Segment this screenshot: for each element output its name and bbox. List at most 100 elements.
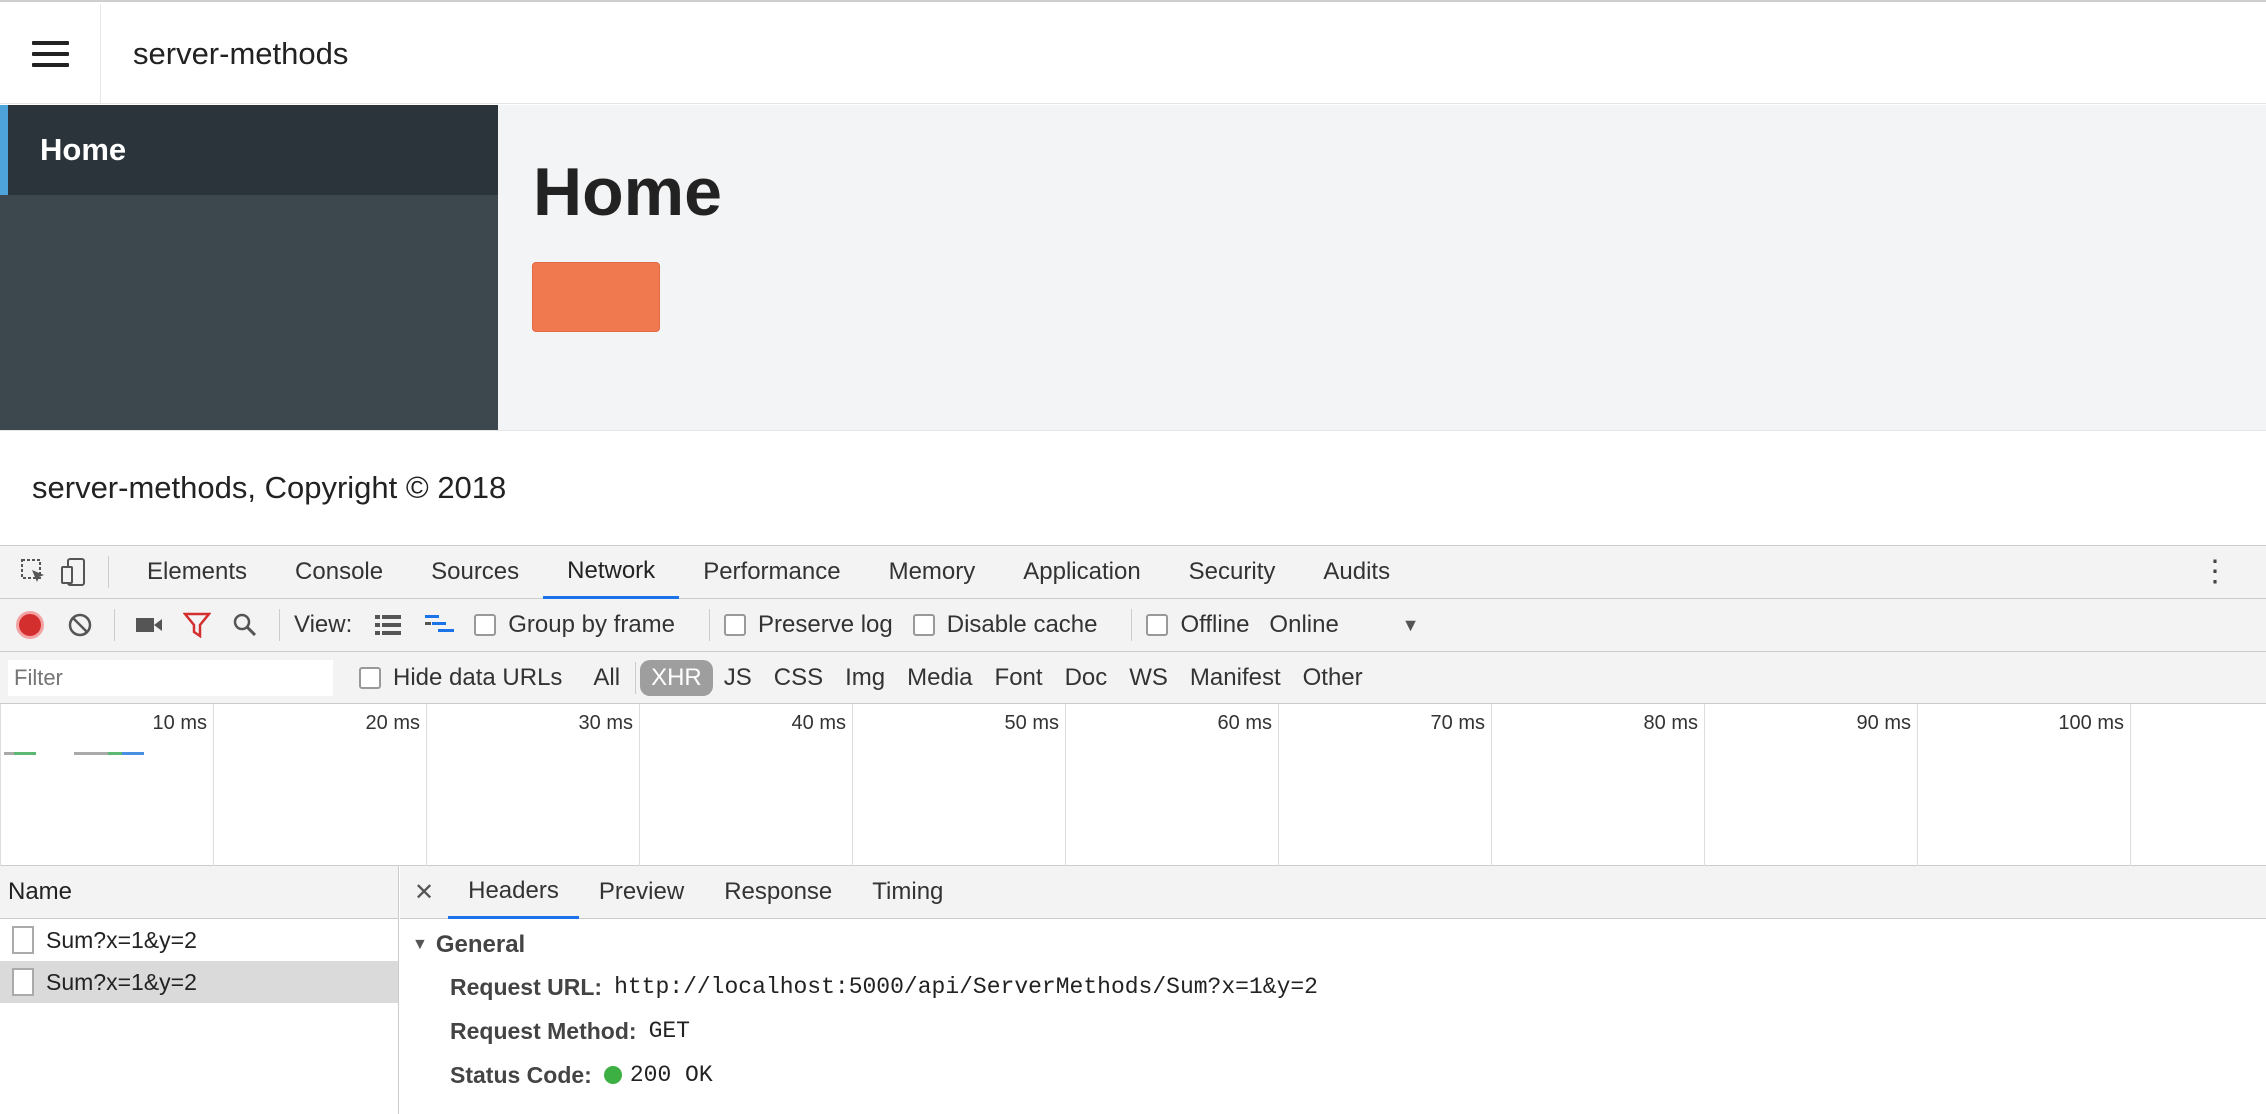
request-url-label: Request URL: [450, 973, 603, 1000]
tab-console[interactable]: Console [271, 545, 407, 599]
request-bar [108, 752, 122, 755]
tab-network[interactable]: Network [543, 545, 680, 599]
timeline-tick: 30 ms [426, 704, 639, 866]
more-options-icon[interactable]: ⋮ [2200, 554, 2230, 589]
screenshot-camera-icon[interactable] [129, 605, 169, 645]
timeline-tick: 90 ms [1704, 704, 1917, 866]
clear-icon[interactable] [60, 605, 100, 645]
triangle-down-icon: ▼ [412, 936, 428, 953]
search-icon[interactable] [225, 605, 265, 645]
file-icon [12, 926, 34, 954]
main-content: Home [498, 105, 2266, 430]
request-name: Sum?x=1&y=2 [46, 968, 197, 995]
timeline-tick: 10 ms [0, 704, 213, 866]
devtools-tab-bar: Elements Console Sources Network Perform… [0, 545, 2266, 599]
separator [635, 661, 637, 694]
action-button[interactable] [532, 262, 660, 332]
general-label: General [435, 931, 526, 958]
large-rows-icon[interactable] [368, 605, 408, 645]
offline-checkbox[interactable] [1146, 614, 1169, 636]
tab-audits[interactable]: Audits [1299, 545, 1414, 599]
type-filter-xhr[interactable]: XHR [640, 659, 713, 696]
page-title: Home [533, 154, 722, 230]
timeline-tick: 60 ms [1065, 704, 1278, 866]
record-icon[interactable] [16, 611, 44, 639]
throttling-value: Online [1269, 611, 1339, 638]
filter-icon[interactable] [177, 605, 217, 645]
status-code-row: Status Code: 200 OK [450, 1053, 2266, 1097]
tab-performance[interactable]: Performance [679, 545, 864, 599]
status-code-label: Status Code: [450, 1061, 592, 1088]
type-filter-img[interactable]: Img [834, 660, 896, 696]
request-bar [74, 752, 108, 755]
tab-preview[interactable]: Preview [579, 866, 704, 919]
status-code-value: 200 OK [629, 1062, 713, 1088]
type-filter-all[interactable]: All [582, 660, 631, 696]
inspect-element-icon[interactable] [14, 552, 54, 592]
timeline-tick: 20 ms [213, 704, 426, 866]
request-bar [122, 752, 144, 755]
type-filter-other[interactable]: Other [1292, 660, 1374, 696]
request-method-label: Request Method: [450, 1017, 637, 1044]
throttling-select[interactable]: Online ▼ [1269, 611, 1419, 639]
tab-elements[interactable]: Elements [123, 545, 271, 599]
separator [1131, 609, 1133, 641]
disable-cache-checkbox[interactable] [912, 614, 935, 636]
sidebar-item-home[interactable]: Home [0, 105, 498, 195]
separator [709, 609, 710, 641]
type-filter-css[interactable]: CSS [763, 660, 834, 696]
table-row[interactable]: Sum?x=1&y=2 [0, 919, 398, 961]
timeline-tick [2130, 704, 2266, 866]
timeline-overview[interactable]: 10 ms 20 ms 30 ms 40 ms 50 ms 60 ms 70 m… [0, 704, 2266, 866]
hide-data-urls-checkbox[interactable] [359, 666, 381, 689]
timeline-tick: 50 ms [852, 704, 1065, 866]
timeline-tick: 100 ms [1917, 704, 2130, 866]
tab-application[interactable]: Application [999, 545, 1164, 599]
group-by-frame-checkbox[interactable] [474, 614, 497, 636]
timeline-tick: 70 ms [1278, 704, 1491, 866]
view-label: View: [294, 611, 353, 638]
network-panes: Name Sum?x=1&y=2 Sum?x=1&y=2 ✕ Headers P… [0, 866, 2266, 1114]
network-toolbar: View: Group by frame Preserve log Disabl… [0, 599, 2266, 652]
separator [114, 609, 115, 641]
offline-label: Offline [1180, 611, 1250, 638]
hide-data-urls-label: Hide data URLs [393, 663, 563, 691]
preserve-log-label: Preserve log [758, 611, 893, 638]
type-filter-media[interactable]: Media [896, 660, 983, 696]
details-tab-bar: ✕ Headers Preview Response Timing [400, 866, 2266, 919]
tab-security[interactable]: Security [1165, 545, 1300, 599]
request-method-value: GET [648, 1018, 690, 1044]
app-title: server-methods [133, 35, 349, 71]
type-filter-doc[interactable]: Doc [1054, 660, 1119, 696]
hamburger-menu-icon[interactable] [0, 3, 101, 104]
tab-timing[interactable]: Timing [852, 866, 963, 919]
table-row[interactable]: Sum?x=1&y=2 [0, 961, 398, 1003]
status-ok-icon [603, 1066, 622, 1084]
app-header: server-methods [0, 3, 2266, 104]
dropdown-arrow-icon: ▼ [1401, 614, 1420, 635]
filter-input[interactable] [8, 659, 333, 696]
type-filter-js[interactable]: JS [713, 660, 763, 696]
request-url-value: http://localhost:5000/api/ServerMethods/… [614, 974, 1318, 1000]
name-column-header[interactable]: Name [0, 866, 398, 919]
type-filter-font[interactable]: Font [984, 660, 1054, 696]
close-icon[interactable]: ✕ [400, 878, 448, 907]
file-icon [12, 968, 34, 996]
tab-memory[interactable]: Memory [865, 545, 1000, 599]
tab-sources[interactable]: Sources [407, 545, 543, 599]
footer: server-methods, Copyright © 2018 [0, 430, 2266, 545]
type-filter-manifest[interactable]: Manifest [1179, 660, 1292, 696]
device-toolbar-icon[interactable] [54, 552, 94, 592]
type-filter-ws[interactable]: WS [1118, 660, 1179, 696]
general-section-toggle[interactable]: ▼ General [412, 931, 2266, 959]
tab-headers[interactable]: Headers [448, 866, 579, 919]
tab-response[interactable]: Response [704, 866, 852, 919]
request-bar [14, 752, 36, 755]
request-method-row: Request Method: GET [450, 1009, 2266, 1053]
separator [279, 609, 280, 641]
timeline-tick: 80 ms [1491, 704, 1704, 866]
preserve-log-checkbox[interactable] [724, 614, 746, 636]
timeline-tick: 40 ms [639, 704, 852, 866]
waterfall-overview-icon[interactable] [420, 605, 460, 645]
request-bar [4, 752, 14, 755]
